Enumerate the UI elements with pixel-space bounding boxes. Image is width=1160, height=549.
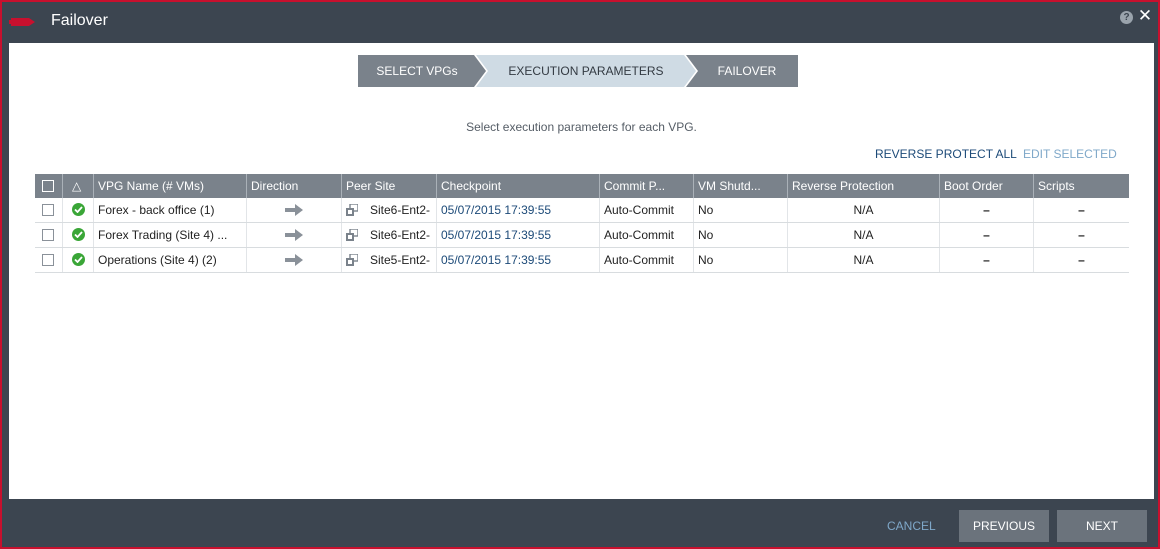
direction-cell <box>247 248 342 272</box>
help-icon[interactable]: ? <box>1120 11 1133 24</box>
previous-button[interactable]: PREVIOUS <box>959 510 1049 542</box>
warning-triangle-icon: △ <box>72 179 82 193</box>
direction-cell <box>247 223 342 247</box>
column-header-boot-order[interactable]: Boot Order <box>940 174 1034 198</box>
vpg-name-cell: Forex Trading (Site 4) ... <box>94 223 247 247</box>
column-header-reverse-protection[interactable]: Reverse Protection <box>788 174 940 198</box>
peer-site-label: Site6-Ent2- <box>370 203 431 217</box>
row-status-cell <box>63 248 94 272</box>
arrow-right-icon <box>285 253 303 266</box>
header-status-cell[interactable]: △ <box>63 174 94 198</box>
commit-policy-cell: Auto-Commit <box>600 223 694 247</box>
ok-icon <box>72 253 85 267</box>
vpg-name-cell: Forex - back office (1) <box>94 198 247 222</box>
column-header-checkpoint[interactable]: Checkpoint <box>437 174 600 198</box>
scripts-cell: – <box>1078 228 1085 242</box>
row-status-cell <box>63 198 94 222</box>
step-failover[interactable]: FAILOVER <box>686 55 798 87</box>
edit-selected-link[interactable]: EDIT SELECTED <box>1023 147 1117 161</box>
boot-order-cell: – <box>940 248 1034 272</box>
row-select-cell <box>35 198 63 222</box>
column-header-scripts[interactable]: Scripts <box>1034 174 1129 198</box>
peer-site-label: Site6-Ent2- <box>370 228 431 242</box>
vm-shutdown-cell: No <box>694 223 788 247</box>
title-bar: Failover ? ✕ <box>2 2 1158 42</box>
column-header-name[interactable]: VPG Name (# VMs) <box>94 174 247 198</box>
peer-site-cell: Site6-Ent2- <box>342 198 437 222</box>
logo-icon <box>9 18 35 26</box>
step-select-vpgs[interactable]: SELECT VPGs <box>358 55 486 87</box>
commit-policy-cell: Auto-Commit <box>600 248 694 272</box>
scripts-cell: – <box>1078 253 1085 267</box>
table-row[interactable]: Forex Trading (Site 4) ... Site6-Ent2- 0… <box>35 223 1129 248</box>
cancel-button[interactable]: CANCEL <box>887 519 936 533</box>
row-select-cell <box>35 223 63 247</box>
site-icon <box>346 253 358 266</box>
arrow-right-icon <box>285 228 303 241</box>
arrow-right-icon <box>285 203 303 216</box>
ok-icon <box>72 203 85 217</box>
row-select-cell <box>35 248 63 272</box>
table-header: △ VPG Name (# VMs) Direction Peer Site C… <box>35 174 1129 198</box>
vm-shutdown-cell: No <box>694 248 788 272</box>
column-header-commit-policy[interactable]: Commit P... <box>600 174 694 198</box>
dialog-title: Failover <box>51 12 108 29</box>
select-all-checkbox[interactable] <box>42 179 54 192</box>
row-checkbox[interactable] <box>42 228 54 241</box>
instructions-text: Select execution parameters for each VPG… <box>466 120 697 134</box>
header-select-all-cell <box>35 174 63 198</box>
site-icon <box>346 228 358 241</box>
checkpoint-cell[interactable]: 05/07/2015 17:39:55 <box>437 223 600 247</box>
next-button[interactable]: NEXT <box>1057 510 1147 542</box>
table-row[interactable]: Operations (Site 4) (2) Site5-Ent2- 05/0… <box>35 248 1129 273</box>
column-header-vm-shutdown[interactable]: VM Shutd... <box>694 174 788 198</box>
dialog-footer: CANCEL PREVIOUS NEXT <box>2 499 1158 547</box>
direction-cell <box>247 198 342 222</box>
reverse-protect-all-link[interactable]: REVERSE PROTECT ALL <box>875 147 1017 161</box>
peer-site-cell: Site6-Ent2- <box>342 223 437 247</box>
failover-dialog: Failover ? ✕ SELECT VPGs EXECUTION PARAM… <box>0 0 1160 549</box>
checkpoint-cell[interactable]: 05/07/2015 17:39:55 <box>437 248 600 272</box>
scripts-cell: – <box>1078 203 1085 217</box>
peer-site-cell: Site5-Ent2- <box>342 248 437 272</box>
checkpoint-cell[interactable]: 05/07/2015 17:39:55 <box>437 198 600 222</box>
wizard-content: SELECT VPGs EXECUTION PARAMETERS FAILOVE… <box>9 43 1154 499</box>
vpg-table: △ VPG Name (# VMs) Direction Peer Site C… <box>35 174 1129 273</box>
row-status-cell <box>63 223 94 247</box>
commit-policy-cell: Auto-Commit <box>600 198 694 222</box>
reverse-protection-cell: N/A <box>788 223 940 247</box>
wizard-steps: SELECT VPGs EXECUTION PARAMETERS FAILOVE… <box>358 55 798 87</box>
row-checkbox[interactable] <box>42 253 54 266</box>
vm-shutdown-cell: No <box>694 198 788 222</box>
site-icon <box>346 203 358 216</box>
reverse-protection-cell: N/A <box>788 198 940 222</box>
table-row[interactable]: Forex - back office (1) Site6-Ent2- 05/0… <box>35 198 1129 223</box>
close-icon[interactable]: ✕ <box>1137 7 1153 25</box>
boot-order-cell: – <box>940 198 1034 222</box>
column-header-direction[interactable]: Direction <box>247 174 342 198</box>
ok-icon <box>72 228 85 242</box>
vpg-name-cell: Operations (Site 4) (2) <box>94 248 247 272</box>
peer-site-label: Site5-Ent2- <box>370 253 431 267</box>
step-execution-parameters[interactable]: EXECUTION PARAMETERS <box>476 55 696 87</box>
boot-order-cell: – <box>940 223 1034 247</box>
column-header-peer-site[interactable]: Peer Site <box>342 174 437 198</box>
reverse-protection-cell: N/A <box>788 248 940 272</box>
row-checkbox[interactable] <box>42 203 54 216</box>
